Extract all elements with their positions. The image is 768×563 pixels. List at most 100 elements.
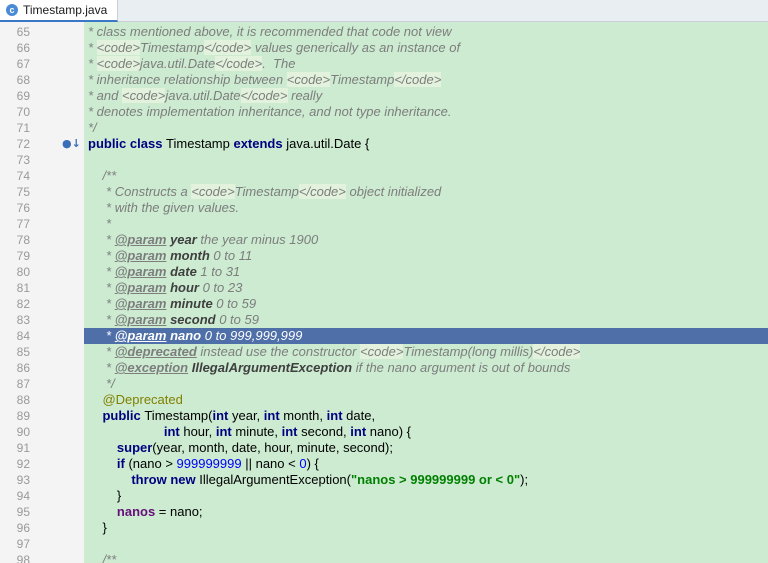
code-token: * xyxy=(88,264,115,279)
code-text: * @param year the year minus 1900 xyxy=(84,232,768,248)
code-line[interactable]: 70 * denotes implementation inheritance, … xyxy=(0,104,768,120)
code-text: * @param nano 0 to 999,999,999 xyxy=(84,328,768,344)
code-line[interactable]: 87 */ xyxy=(0,376,768,392)
code-text: */ xyxy=(84,120,768,136)
code-token: * xyxy=(88,328,115,343)
code-token: if the nano argument is out of bounds xyxy=(352,360,571,375)
code-token: 0 to 11 xyxy=(209,248,253,263)
code-token: (nano > xyxy=(128,456,177,471)
code-line[interactable]: 89 public Timestamp(int year, int month,… xyxy=(0,408,768,424)
code-token: minute, xyxy=(235,424,282,439)
code-line[interactable]: 68 * inheritance relationship between <co… xyxy=(0,72,768,88)
code-token: year xyxy=(170,232,197,247)
code-token: <code> xyxy=(96,40,141,55)
code-token: @exception xyxy=(114,360,189,375)
code-token: nano xyxy=(170,328,202,343)
code-line[interactable]: 72 ●↓ public class Timestamp extends java.… xyxy=(0,136,768,152)
code-token: <code> xyxy=(286,72,331,87)
code-line[interactable]: 74 /** xyxy=(0,168,768,184)
code-text: * inheritance relationship between <code… xyxy=(84,72,768,88)
code-editor[interactable]: 65 * class mentioned above, it is recomme… xyxy=(0,22,768,563)
code-token: * inheritance relationship between xyxy=(88,72,287,87)
code-token: instead use the constructor xyxy=(196,344,361,359)
code-line[interactable]: 84 * @param nano 0 to 999,999,999 xyxy=(0,328,768,344)
code-token: 0 to 59 xyxy=(212,296,257,311)
line-number: 85 xyxy=(16,345,30,359)
code-token: /** xyxy=(88,168,117,183)
line-number: 67 xyxy=(16,57,30,71)
code-line[interactable]: 90 int hour, int minute, int second, int… xyxy=(0,424,768,440)
code-line[interactable]: 65 * class mentioned above, it is recomme… xyxy=(0,24,768,40)
code-token: * xyxy=(88,40,97,55)
code-token: * xyxy=(88,312,115,327)
code-token: </code> xyxy=(240,88,288,103)
code-token: int xyxy=(350,424,370,439)
code-line[interactable]: 69 * and <code>java.util.Date</code> real… xyxy=(0,88,768,104)
code-text: * class mentioned above, it is recommend… xyxy=(84,24,768,40)
code-line[interactable]: 81 * @param hour 0 to 23 xyxy=(0,280,768,296)
code-line[interactable]: 79 * @param month 0 to 11 xyxy=(0,248,768,264)
code-line[interactable]: 76 * with the given values. xyxy=(0,200,768,216)
code-line[interactable]: 67 * <code>java.util.Date</code>. The xyxy=(0,56,768,72)
code-line[interactable]: 97 xyxy=(0,536,768,552)
line-number: 97 xyxy=(16,537,30,551)
code-line[interactable]: 77 * xyxy=(0,216,768,232)
code-line[interactable]: 75 * Constructs a <code>Timestamp</code>… xyxy=(0,184,768,200)
code-text: * @param month 0 to 11 xyxy=(84,248,768,264)
line-number: 70 xyxy=(16,105,30,119)
code-token: */ xyxy=(88,120,97,135)
code-line[interactable]: 96 } xyxy=(0,520,768,536)
code-token: values generically as an instance of xyxy=(251,40,461,55)
code-line[interactable]: 94 } xyxy=(0,488,768,504)
code-line[interactable]: 88 @Deprecated xyxy=(0,392,768,408)
code-token: Timestamp xyxy=(330,72,395,87)
code-token: IllegalArgumentException xyxy=(191,360,353,375)
code-line[interactable]: 91 super(year, month, date, hour, minute… xyxy=(0,440,768,456)
code-line[interactable]: 93 throw new IllegalArgumentException("n… xyxy=(0,472,768,488)
code-line[interactable]: 80 * @param date 1 to 31 xyxy=(0,264,768,280)
code-line[interactable]: 71 */ xyxy=(0,120,768,136)
code-token: <code> xyxy=(121,88,166,103)
code-line[interactable]: 95 nanos = nano; xyxy=(0,504,768,520)
code-text: if (nano > 999999999 || nano < 0) { xyxy=(84,456,768,472)
code-line[interactable]: 83 * @param second 0 to 59 xyxy=(0,312,768,328)
code-token: 0 to 23 xyxy=(198,280,243,295)
line-number: 72 xyxy=(16,137,30,151)
code-token: 1 to 31 xyxy=(196,264,241,279)
code-text: * @param date 1 to 31 xyxy=(84,264,768,280)
code-token: if xyxy=(88,456,129,471)
code-text: * @param hour 0 to 23 xyxy=(84,280,768,296)
code-token: year, xyxy=(231,408,264,423)
line-number: 77 xyxy=(16,217,30,231)
code-line[interactable]: 73 xyxy=(0,152,768,168)
line-number: 66 xyxy=(16,41,30,55)
code-line[interactable]: 82 * @param minute 0 to 59 xyxy=(0,296,768,312)
implements-gutter-icon[interactable]: ●↓ xyxy=(62,136,81,152)
file-tab[interactable]: c Timestamp.java xyxy=(0,0,119,22)
code-token: <code> xyxy=(360,344,404,359)
line-number: 95 xyxy=(16,505,30,519)
code-text: } xyxy=(84,520,768,536)
code-text: @Deprecated xyxy=(84,392,768,408)
code-token: int xyxy=(215,424,236,439)
code-line[interactable]: 85 * @deprecated instead use the constru… xyxy=(0,344,768,360)
code-line[interactable]: 66 * <code>Timestamp</code> values generi… xyxy=(0,40,768,56)
code-line[interactable]: 98 /** xyxy=(0,552,768,563)
code-token: * class mentioned above, it is recommend… xyxy=(88,24,452,39)
line-number: 96 xyxy=(16,521,30,535)
line-number: 81 xyxy=(16,281,30,295)
line-number: 89 xyxy=(16,409,30,423)
code-line[interactable]: 86 * @exception IllegalArgumentException… xyxy=(0,360,768,376)
code-token: * xyxy=(88,216,112,231)
code-token: </code> xyxy=(394,72,442,87)
line-number: 82 xyxy=(16,297,30,311)
code-token: int xyxy=(281,424,302,439)
code-token: */ xyxy=(88,376,115,391)
code-token: throw new xyxy=(88,472,200,487)
code-line[interactable]: 78 * @param year the year minus 1900 xyxy=(0,232,768,248)
code-line[interactable]: 92 if (nano > 999999999 || nano < 0) { xyxy=(0,456,768,472)
line-number: 91 xyxy=(16,441,30,455)
code-token: } xyxy=(88,488,122,503)
code-token: Timestamp( xyxy=(144,408,213,423)
